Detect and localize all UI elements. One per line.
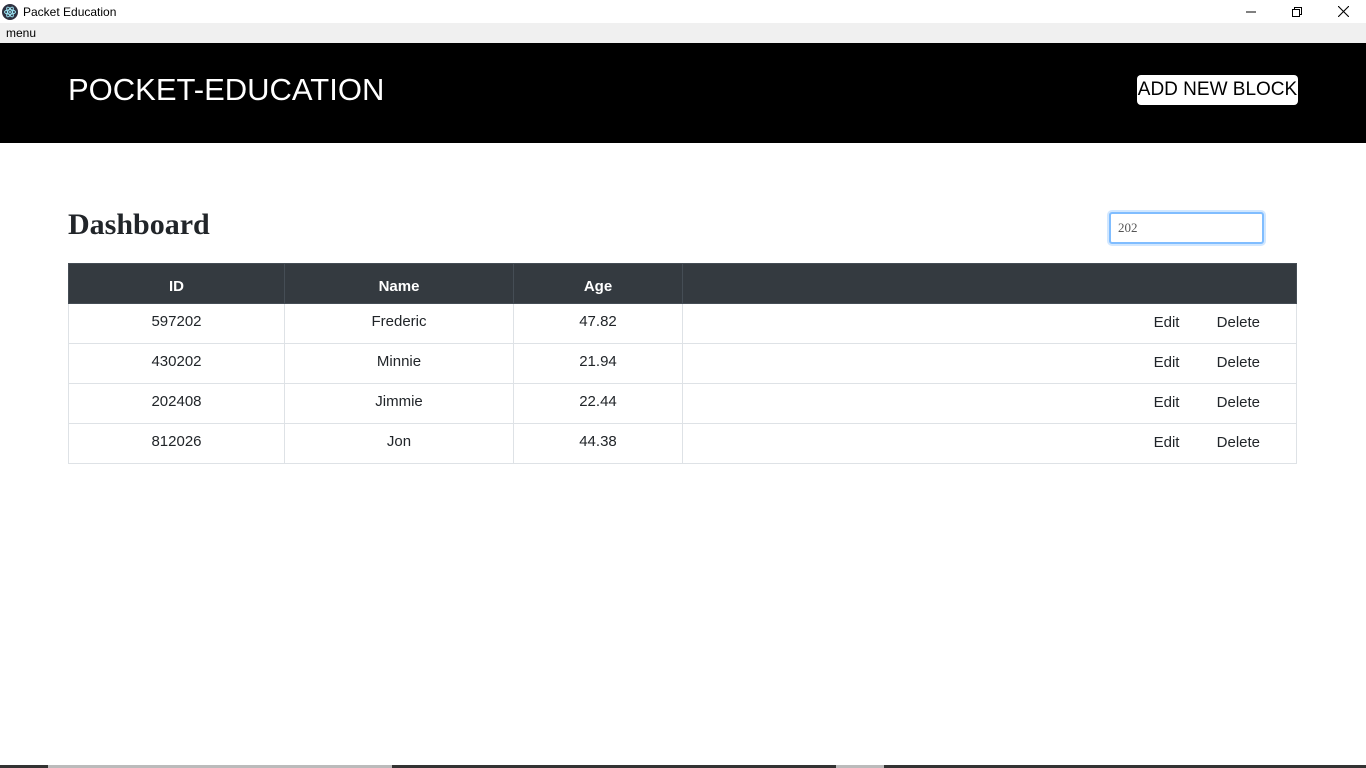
column-header-id: ID <box>68 263 285 304</box>
cell-name: Frederic <box>284 303 514 344</box>
delete-button[interactable]: Delete <box>1217 314 1260 331</box>
cell-actions: Edit Delete <box>682 303 1297 344</box>
column-header-name: Name <box>284 263 514 304</box>
window-titlebar: Packet Education <box>0 0 1366 23</box>
restore-icon <box>1292 6 1302 17</box>
minimize-button[interactable] <box>1228 0 1274 23</box>
table-row: 430202 Minnie 21.94 Edit Delete <box>68 343 1297 384</box>
table-header: ID Name Age <box>68 263 1297 304</box>
brand-title: POCKET-EDUCATION <box>68 72 385 107</box>
close-icon <box>1337 6 1349 17</box>
add-new-block-button[interactable]: ADD NEW BLOCK <box>1137 75 1298 105</box>
cell-age: 21.94 <box>513 343 683 384</box>
search-input[interactable] <box>1109 212 1264 244</box>
edit-button[interactable]: Edit <box>1154 354 1180 371</box>
cell-actions: Edit Delete <box>682 423 1297 464</box>
table-row: 202408 Jimmie 22.44 Edit Delete <box>68 383 1297 424</box>
delete-button[interactable]: Delete <box>1217 434 1260 451</box>
delete-button[interactable]: Delete <box>1217 354 1260 371</box>
menu-bar: menu <box>0 23 1366 43</box>
edit-button[interactable]: Edit <box>1154 314 1180 331</box>
column-header-age: Age <box>513 263 683 304</box>
window-controls <box>1228 0 1366 23</box>
page-title: Dashboard <box>68 208 210 241</box>
cell-id: 812026 <box>68 423 285 464</box>
column-header-actions <box>682 263 1297 304</box>
cell-name: Jon <box>284 423 514 464</box>
data-table: ID Name Age 597202 Frederic 47.82 Edit D… <box>68 263 1297 464</box>
cell-age: 44.38 <box>513 423 683 464</box>
app-header: POCKET-EDUCATION ADD NEW BLOCK <box>0 43 1366 143</box>
delete-button[interactable]: Delete <box>1217 394 1260 411</box>
cell-id: 597202 <box>68 303 285 344</box>
edit-button[interactable]: Edit <box>1154 434 1180 451</box>
cell-age: 47.82 <box>513 303 683 344</box>
restore-button[interactable] <box>1274 0 1320 23</box>
edit-button[interactable]: Edit <box>1154 394 1180 411</box>
cell-id: 202408 <box>68 383 285 424</box>
cell-id: 430202 <box>68 343 285 384</box>
cell-name: Minnie <box>284 343 514 384</box>
window-title: Packet Education <box>23 4 117 19</box>
cell-actions: Edit Delete <box>682 383 1297 424</box>
cell-age: 22.44 <box>513 383 683 424</box>
electron-app-icon <box>2 3 18 20</box>
cell-actions: Edit Delete <box>682 343 1297 384</box>
menu-item-menu[interactable]: menu <box>0 26 42 40</box>
table-row: 812026 Jon 44.38 Edit Delete <box>68 423 1297 464</box>
minimize-icon <box>1246 11 1256 12</box>
close-button[interactable] <box>1320 0 1366 23</box>
cell-name: Jimmie <box>284 383 514 424</box>
table-row: 597202 Frederic 47.82 Edit Delete <box>68 303 1297 344</box>
